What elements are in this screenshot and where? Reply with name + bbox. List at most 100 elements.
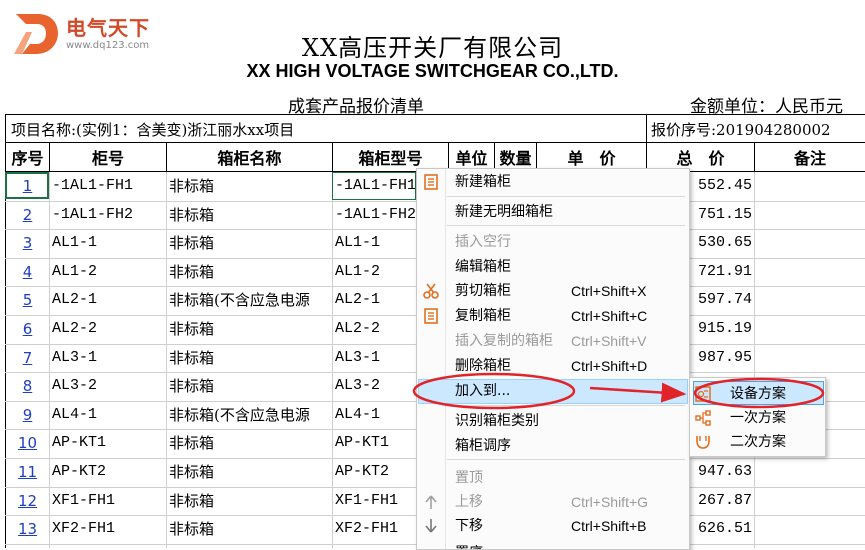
row-seq-link[interactable]: 8 <box>6 372 49 400</box>
menu-item-label: 删除箱柜 <box>455 358 511 374</box>
menu-item-copy-cabinet[interactable]: 复制箱柜 Ctrl+Shift+C <box>417 304 689 328</box>
menu-item-new-cabinet[interactable]: 新建箱柜 <box>417 170 689 194</box>
menu-item-shortcut: Ctrl+Shift+X <box>571 283 647 299</box>
menu-item-label: 下移 <box>455 518 483 534</box>
row-cabinet-name: 非标箱 <box>169 177 215 195</box>
row-cabinet-name: 非标箱(不含应急电源 <box>169 406 310 424</box>
menu-item-move-down[interactable]: 下移 Ctrl+Shift+B <box>417 514 689 538</box>
row-total: 267.87 <box>697 492 752 509</box>
submenu-item-primary-scheme[interactable]: 一次方案 <box>690 406 825 430</box>
row-cabinet-model: AL2-2 <box>335 320 381 337</box>
row-cabinet-no: AL3-1 <box>52 349 98 366</box>
row-cabinet-model: XF1-FH1 <box>335 492 399 509</box>
selected-cell[interactable] <box>5 172 49 199</box>
row-cabinet-no: -1AL1-FH1 <box>52 177 134 194</box>
row-cabinet-no: AL2-1 <box>52 291 98 308</box>
menu-item-new-cabinet-no-detail[interactable]: 新建无明细箱柜 <box>417 200 689 224</box>
scissors-icon <box>422 282 440 300</box>
menu-item-label: 复制箱柜 <box>455 308 511 324</box>
menu-item-shortcut: Ctrl+Shift+B <box>571 518 647 534</box>
row-cabinet-no: AL1-2 <box>52 263 98 280</box>
row-cabinet-no: AP-KT1 <box>52 434 107 451</box>
row-cabinet-no: -1AL1-FH2 <box>52 206 134 223</box>
row-cabinet-name: 非标箱 <box>169 234 215 252</box>
company-title-cn: XX高压开关厂有限公司 <box>301 34 564 62</box>
row-total: 751.15 <box>697 206 752 223</box>
row-cabinet-model: XF2-FH1 <box>335 520 399 537</box>
row-seq-link[interactable]: 3 <box>6 229 49 257</box>
row-cabinet-name: 非标箱 <box>169 349 215 367</box>
menu-item-label: 插入复制的箱柜 <box>455 333 553 349</box>
row-total: 530.65 <box>697 234 752 251</box>
row-cabinet-name: 非标箱 <box>169 492 215 510</box>
submenu-item-secondary-scheme[interactable]: 二次方案 <box>690 430 825 454</box>
selected-model-cell[interactable] <box>332 172 416 200</box>
row-cabinet-model: AP-KT1 <box>335 434 390 451</box>
row-seq-link[interactable]: 2 <box>6 201 49 229</box>
row-cabinet-no: AL3-2 <box>52 377 98 394</box>
row-seq-link[interactable]: 7 <box>6 344 49 372</box>
row-seq-link[interactable]: 13 <box>6 515 49 543</box>
arrow-down-icon <box>422 517 440 535</box>
add-to-submenu: 设备方案一次方案二次方案 <box>689 377 826 457</box>
row-cabinet-name: 非标箱 <box>169 320 215 338</box>
menu-separator <box>447 196 685 197</box>
menu-item-insert-copied-cabinet[interactable]: 插入复制的箱柜 Ctrl+Shift+V <box>417 329 689 353</box>
row-total: 597.74 <box>697 291 752 308</box>
menu-item-label: 置底 <box>455 541 483 549</box>
menu-item-move-to-top[interactable]: 置顶 <box>417 466 689 490</box>
menu-item-recognize-cabinet-type[interactable]: 识别箱柜类别 <box>417 409 689 433</box>
row-cabinet-no: XF1-FH1 <box>52 492 116 509</box>
row-seq-link[interactable]: 5 <box>6 286 49 314</box>
submenu-item-equipment-scheme[interactable]: 设备方案 <box>690 382 825 406</box>
row-cabinet-model: AL1-2 <box>335 263 381 280</box>
menu-item-move-up[interactable]: 上移 Ctrl+Shift+G <box>417 490 689 514</box>
row-seq-link[interactable]: 9 <box>6 401 49 429</box>
row-seq-link[interactable]: 10 <box>6 429 49 457</box>
row-cabinet-model: AL2-1 <box>335 291 381 308</box>
menu-item-label: 新建箱柜 <box>455 174 511 190</box>
row-seq-link[interactable]: 4 <box>6 258 49 286</box>
row-cabinet-no: XF2-FH1 <box>52 520 116 537</box>
menu-separator <box>447 405 685 406</box>
row-seq-link[interactable]: 11 <box>6 458 49 486</box>
table-info-border <box>5 142 865 143</box>
menu-item-shortcut: Ctrl+Shift+V <box>571 333 647 349</box>
row-cabinet-model: AL3-1 <box>335 349 381 366</box>
menu-item-label: 插入空行 <box>455 234 511 250</box>
col-gridline <box>332 172 333 548</box>
menu-separator <box>447 459 685 460</box>
row-cabinet-model: AP-KT2 <box>335 463 390 480</box>
menu-item-insert-empty-row[interactable]: 插入空行 <box>417 230 689 254</box>
row-cabinet-name: 非标箱 <box>169 463 215 481</box>
menu-item-reorder-cabinets[interactable]: 箱柜调序 <box>417 434 689 458</box>
menu-item-add-to[interactable]: 加入到... <box>417 379 689 403</box>
arrow-up-icon <box>422 493 440 511</box>
row-cabinet-name: 非标箱 <box>169 206 215 224</box>
menu-item-label: 加入到... <box>455 383 511 399</box>
row-cabinet-model: AL1-1 <box>335 234 381 251</box>
menu-item-move-to-bottom[interactable]: 置底 <box>417 541 689 549</box>
project-name: 项目名称:(实例1：含美变)浙江丽水xx项目 <box>11 121 295 139</box>
new-cabinet-icon <box>422 173 440 191</box>
row-cabinet-no: AL1-1 <box>52 234 98 251</box>
menu-item-delete-cabinet[interactable]: 删除箱柜 Ctrl+Shift+D <box>417 354 689 378</box>
menu-item-label: 上移 <box>455 494 483 510</box>
menu-item-shortcut: Ctrl+Shift+C <box>571 308 648 324</box>
table-top-border <box>5 114 865 115</box>
menu-item-label: 置顶 <box>455 470 483 486</box>
menu-item-edit-cabinet[interactable]: 编辑箱柜 <box>417 255 689 279</box>
row-seq-link[interactable]: 6 <box>6 315 49 343</box>
primary-scheme-icon <box>694 409 712 427</box>
submenu-item-label: 二次方案 <box>730 434 786 450</box>
menu-item-shortcut: Ctrl+Shift+G <box>571 494 649 510</box>
submenu-item-label: 一次方案 <box>730 410 786 426</box>
col-gridline <box>754 172 755 548</box>
menu-item-cut-cabinet[interactable]: 剪切箱柜 Ctrl+Shift+X <box>417 279 689 303</box>
row-cabinet-name: 非标箱 <box>169 377 215 395</box>
row-cabinet-name: 非标箱 <box>169 263 215 281</box>
row-seq-link[interactable]: 12 <box>6 487 49 515</box>
info-divider <box>646 114 647 143</box>
row-total: 915.19 <box>697 320 752 337</box>
row-total: 626.51 <box>697 520 752 537</box>
